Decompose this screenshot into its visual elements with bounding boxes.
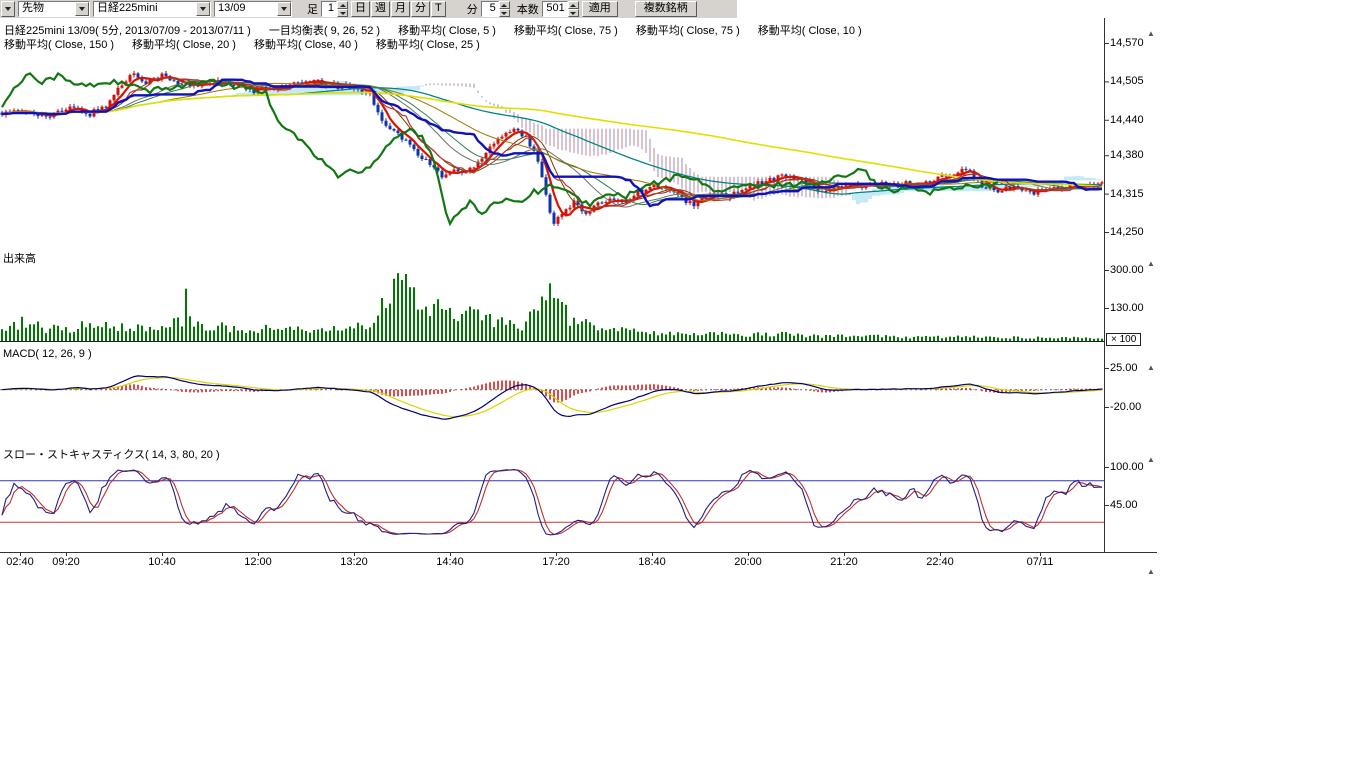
spin-down-icon[interactable] <box>499 9 510 17</box>
bar-type-label: 足 <box>307 1 318 17</box>
legend-item: 移動平均( Close, 40 ) <box>254 36 358 52</box>
bar-interval-value[interactable]: 1 <box>321 1 337 17</box>
legend-item: 移動平均( Close, 25 ) <box>376 36 480 52</box>
legend-row-2: 移動平均( Close, 150 ) 移動平均( Close, 20 ) 移動平均(… <box>4 36 480 52</box>
stoch-pane-label: スロー・ストキャスティクス( 14, 3, 80, 20 ) <box>3 446 220 462</box>
time-axis-label: 21:20 <box>830 556 858 568</box>
pane-scroll-up-icon[interactable]: ▲ <box>1147 568 1155 576</box>
macd-axis-label: 25.00 <box>1110 362 1138 374</box>
chevron-down-icon <box>5 7 11 11</box>
volume-pane <box>1 273 1103 341</box>
time-axis-label: 13:20 <box>340 556 368 568</box>
spin-down-icon[interactable] <box>568 9 579 17</box>
chart-canvas[interactable] <box>0 0 1366 768</box>
volume-pane-label: 出来高 <box>3 250 36 266</box>
market-select[interactable]: 先物 <box>18 1 90 17</box>
contract-select-arrow[interactable] <box>277 2 291 16</box>
time-axis-label: 02:40 <box>6 556 34 568</box>
main-price-pane <box>1 71 1104 226</box>
symbol-select-value: 日経225mini <box>94 2 196 16</box>
minute-count-value[interactable]: 5 <box>481 1 499 17</box>
time-axis-label: 10:40 <box>148 556 176 568</box>
minute-count-spinner[interactable]: 5 <box>481 1 510 17</box>
toolbar: 先物 日経225mini 13/09 足 1 日 週 月 分 T 分 5 本数 … <box>0 0 737 18</box>
chevron-down-icon <box>79 7 85 11</box>
bar-count-value[interactable]: 501 <box>542 1 568 17</box>
price-axis-label: 14,315 <box>1110 188 1144 200</box>
time-axis-label: 09:20 <box>52 556 80 568</box>
stoch-axis-label: 45.00 <box>1110 499 1138 511</box>
bar-count-spinner[interactable]: 501 <box>542 1 579 17</box>
stoch-axis-label: 100.00 <box>1110 461 1144 473</box>
spin-up-icon[interactable] <box>337 1 348 9</box>
period-button-tick[interactable]: T <box>431 1 446 17</box>
pane-scroll-up-icon[interactable]: ▲ <box>1147 456 1155 464</box>
time-axis-label: 12:00 <box>244 556 272 568</box>
symbol-select-arrow[interactable] <box>196 2 210 16</box>
spin-up-icon[interactable] <box>568 1 579 9</box>
legend-item: 移動平均( Close, 150 ) <box>4 36 114 52</box>
time-axis-label: 14:40 <box>436 556 464 568</box>
symbol-select[interactable]: 日経225mini <box>93 1 211 17</box>
spin-down-icon[interactable] <box>337 9 348 17</box>
period-button-month[interactable]: 月 <box>391 1 410 17</box>
pane-scroll-up-icon[interactable]: ▲ <box>1147 30 1155 38</box>
pane-scroll-up-icon[interactable]: ▲ <box>1147 364 1155 372</box>
pane-scroll-up-icon[interactable]: ▲ <box>1147 260 1155 268</box>
price-axis-label: 14,570 <box>1110 37 1144 49</box>
price-axis-label: 14,440 <box>1110 114 1144 126</box>
market-select-value: 先物 <box>19 2 75 16</box>
time-axis-label: 07/11 <box>1027 556 1054 568</box>
price-axis-label: 14,380 <box>1110 149 1144 161</box>
stochastics-pane <box>0 470 1104 535</box>
legend-item: 移動平均( Close, 75 ) <box>514 22 618 38</box>
contract-select-value: 13/09 <box>215 2 277 16</box>
chevron-down-icon <box>200 7 206 11</box>
time-axis-label: 20:00 <box>734 556 762 568</box>
volume-multiplier-badge: × 100 <box>1106 333 1141 346</box>
chevron-down-icon <box>281 7 287 11</box>
multi-symbol-button[interactable]: 複数銘柄 <box>635 1 697 17</box>
spin-up-icon[interactable] <box>499 1 510 9</box>
time-axis-label: 17:20 <box>542 556 570 568</box>
volume-axis-label: 130.00 <box>1110 302 1144 314</box>
price-axis-label: 14,250 <box>1110 226 1144 238</box>
macd-axis-label: -20.00 <box>1110 401 1141 413</box>
legend-item: 移動平均( Close, 10 ) <box>758 22 862 38</box>
market-select-arrow[interactable] <box>75 2 89 16</box>
contract-select[interactable]: 13/09 <box>214 1 292 17</box>
period-button-week[interactable]: 週 <box>371 1 390 17</box>
price-axis-label: 14,505 <box>1110 75 1144 87</box>
legend-item: 移動平均( Close, 20 ) <box>132 36 236 52</box>
period-button-day[interactable]: 日 <box>351 1 370 17</box>
time-axis-label: 18:40 <box>638 556 666 568</box>
volume-axis-label: 300.00 <box>1110 264 1144 276</box>
period-button-minute[interactable]: 分 <box>411 1 430 17</box>
macd-pane-label: MACD( 12, 26, 9 ) <box>3 348 92 360</box>
collapse-dropdown-button[interactable] <box>1 1 15 17</box>
bar-count-label: 本数 <box>517 1 539 17</box>
macd-pane <box>0 376 1104 419</box>
legend-item: 移動平均( Close, 75 ) <box>636 22 740 38</box>
bar-interval-spinner[interactable]: 1 <box>321 1 348 17</box>
apply-button[interactable]: 適用 <box>582 1 618 17</box>
time-axis-label: 22:40 <box>926 556 954 568</box>
minute-label: 分 <box>467 1 478 17</box>
